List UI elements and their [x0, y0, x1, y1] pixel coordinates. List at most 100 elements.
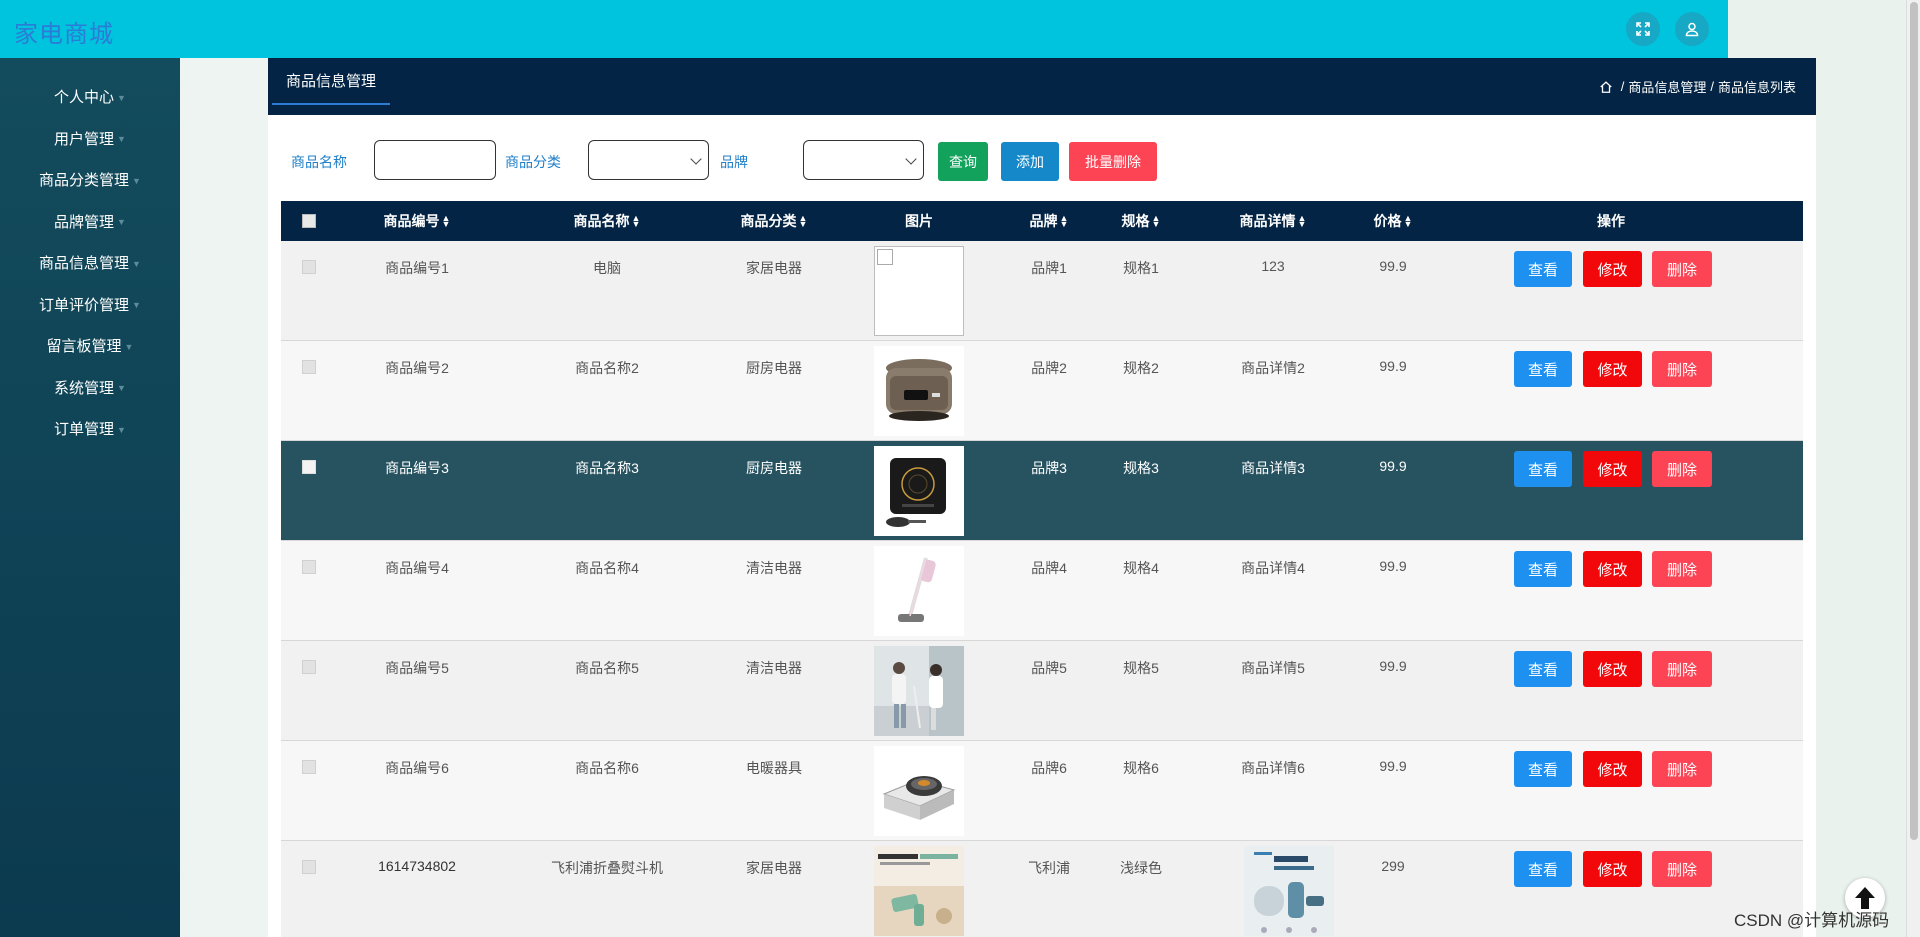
delete-button[interactable]: 删除: [1652, 251, 1712, 287]
fullscreen-icon[interactable]: [1626, 12, 1660, 46]
sidebar-item-brand[interactable]: 品牌管理 ▼: [0, 201, 180, 243]
sort-icon: ▲ ▼: [798, 213, 808, 230]
sidebar-item-system[interactable]: 系统管理 ▼: [0, 367, 180, 409]
sidebar-item-personal-center[interactable]: 个人中心 ▼: [0, 76, 180, 118]
column-header-name[interactable]: 商品名称 ▲ ▼: [574, 201, 641, 241]
category-select[interactable]: [588, 140, 709, 180]
cell-detail: 商品详情6: [1241, 760, 1305, 776]
edit-button[interactable]: 修改: [1583, 751, 1642, 787]
view-button[interactable]: 查看: [1514, 251, 1572, 287]
cell-spec: 浅绿色: [1120, 860, 1162, 876]
edit-button[interactable]: 修改: [1583, 551, 1642, 587]
table-row[interactable]: 商品编号5 商品名称5 清洁电器 品牌5 规格5 商品详情5 99.9 查看 修…: [281, 641, 1803, 741]
cell-id: 商品编号4: [385, 560, 449, 576]
table-row[interactable]: 商品编号2 商品名称2 厨房电器 品牌2 规格2 商品详情2 99.9 查看 修…: [281, 341, 1803, 441]
home-icon[interactable]: [1599, 80, 1613, 94]
cell-price: 99.9: [1379, 358, 1407, 374]
column-header-id[interactable]: 商品编号 ▲ ▼: [384, 201, 451, 241]
query-button[interactable]: 查询: [938, 142, 988, 181]
row-checkbox[interactable]: [302, 760, 316, 774]
sidebar-item-users[interactable]: 用户管理 ▼: [0, 118, 180, 160]
delete-button[interactable]: 删除: [1652, 451, 1712, 487]
user-icon[interactable]: [1675, 12, 1709, 46]
breadcrumb-separator: /: [1710, 79, 1714, 94]
cell-id: 商品编号5: [385, 660, 449, 676]
chevron-down-icon: [690, 153, 702, 165]
view-button[interactable]: 查看: [1514, 651, 1572, 687]
delete-button[interactable]: 删除: [1652, 351, 1712, 387]
table-row[interactable]: 1614734802 飞利浦折叠熨斗机 家居电器 飞利浦 浅绿色 299 查看 …: [281, 841, 1803, 937]
tab-product-info[interactable]: 商品信息管理: [272, 58, 391, 105]
cell-category: 家居电器: [746, 860, 802, 876]
sort-icon: ▲ ▼: [631, 213, 641, 230]
sidebar-item-label: 品牌管理: [54, 213, 115, 231]
column-header-brand[interactable]: 品牌 ▲ ▼: [1030, 201, 1069, 241]
cell-spec: 规格1: [1123, 260, 1159, 276]
sort-icon: ▲ ▼: [441, 213, 451, 230]
table-row[interactable]: 商品编号1 电脑 家居电器 品牌1 规格1 123 99.9 查看 修改 删除: [281, 241, 1803, 341]
cell-id: 商品编号6: [385, 760, 449, 776]
row-checkbox[interactable]: [302, 860, 316, 874]
detail-image: [1244, 846, 1334, 936]
sidebar-item-label: 用户管理: [54, 130, 115, 148]
column-header-category[interactable]: 商品分类 ▲ ▼: [741, 201, 808, 241]
row-checkbox[interactable]: [302, 560, 316, 574]
table-row[interactable]: 商品编号4 商品名称4 清洁电器 品牌4 规格4 商品详情4 99.9 查看 修…: [281, 541, 1803, 641]
edit-button[interactable]: 修改: [1583, 351, 1642, 387]
product-table: 商品编号 ▲ ▼ 商品名称 ▲ ▼ 商品分类 ▲ ▼ 图片 品牌 ▲ ▼ 规格 ▲ ▼ 商品详情 ▲ ▼…: [281, 201, 1803, 937]
product-name-input[interactable]: [374, 140, 496, 180]
edit-button[interactable]: 修改: [1583, 451, 1642, 487]
brand-select[interactable]: [803, 140, 924, 180]
column-header-detail[interactable]: 商品详情 ▲ ▼: [1240, 201, 1307, 241]
cell-spec: 规格4: [1123, 560, 1159, 576]
select-all-checkbox[interactable]: [302, 214, 316, 228]
table-row[interactable]: 商品编号3 商品名称3 厨房电器 品牌3 规格3 商品详情3 99.9 查看 修…: [281, 441, 1803, 541]
app-title: 家电商城: [14, 21, 114, 48]
edit-button[interactable]: 修改: [1583, 251, 1642, 287]
sidebar-item-label: 系统管理: [54, 379, 115, 397]
edit-button[interactable]: 修改: [1583, 851, 1642, 887]
cell-category: 厨房电器: [746, 460, 802, 476]
delete-button[interactable]: 删除: [1652, 751, 1712, 787]
row-checkbox[interactable]: [302, 460, 316, 474]
batch-delete-button[interactable]: 批量删除: [1069, 142, 1157, 181]
row-checkbox[interactable]: [302, 260, 316, 274]
scrollbar[interactable]: [1906, 0, 1920, 937]
breadcrumb-item[interactable]: 商品信息管理: [1628, 77, 1706, 96]
column-header-spec[interactable]: 规格 ▲ ▼: [1122, 201, 1161, 241]
view-button[interactable]: 查看: [1514, 551, 1572, 587]
view-button[interactable]: 查看: [1514, 451, 1572, 487]
sidebar-item-label: 订单评价管理: [39, 296, 130, 314]
sidebar-item-category[interactable]: 商品分类管理 ▼: [0, 159, 180, 201]
heater-box-image: [874, 746, 964, 836]
table-row[interactable]: 商品编号6 商品名称6 电暖器具 品牌6 规格6 商品详情6 99.9 查看 修…: [281, 741, 1803, 841]
view-button[interactable]: 查看: [1514, 851, 1572, 887]
scrollbar-thumb[interactable]: [1910, 2, 1918, 840]
row-checkbox[interactable]: [302, 660, 316, 674]
sort-icon: ▲ ▼: [1151, 213, 1161, 230]
delete-button[interactable]: 删除: [1652, 851, 1712, 887]
cell-brand: 品牌3: [1031, 460, 1067, 476]
row-checkbox[interactable]: [302, 360, 316, 374]
column-header-image: 图片: [905, 213, 933, 229]
cell-spec: 规格2: [1123, 360, 1159, 376]
sidebar-item-orders[interactable]: 订单管理 ▼: [0, 408, 180, 450]
column-header-price[interactable]: 价格 ▲ ▼: [1374, 201, 1413, 241]
cell-brand: 品牌4: [1031, 560, 1067, 576]
sidebar-item-order-review[interactable]: 订单评价管理 ▼: [0, 284, 180, 326]
edit-button[interactable]: 修改: [1583, 651, 1642, 687]
sidebar-item-label: 订单管理: [54, 421, 115, 439]
cell-price: 299: [1381, 858, 1405, 874]
view-button[interactable]: 查看: [1514, 351, 1572, 387]
cell-id: 1614734802: [378, 858, 456, 874]
sidebar-item-label: 商品分类管理: [39, 172, 130, 190]
sidebar-item-product-info[interactable]: 商品信息管理 ▼: [0, 242, 180, 284]
delete-button[interactable]: 删除: [1652, 651, 1712, 687]
view-button[interactable]: 查看: [1514, 751, 1572, 787]
sort-icon: ▲ ▼: [1059, 213, 1069, 230]
table-header: 商品编号 ▲ ▼ 商品名称 ▲ ▼ 商品分类 ▲ ▼ 图片 品牌 ▲ ▼ 规格 ▲ ▼ 商品详情 ▲ ▼…: [281, 201, 1803, 241]
delete-button[interactable]: 删除: [1652, 551, 1712, 587]
cell-category: 清洁电器: [746, 660, 802, 676]
sidebar-item-message-board[interactable]: 留言板管理 ▼: [0, 325, 180, 367]
add-button[interactable]: 添加: [1001, 142, 1059, 181]
